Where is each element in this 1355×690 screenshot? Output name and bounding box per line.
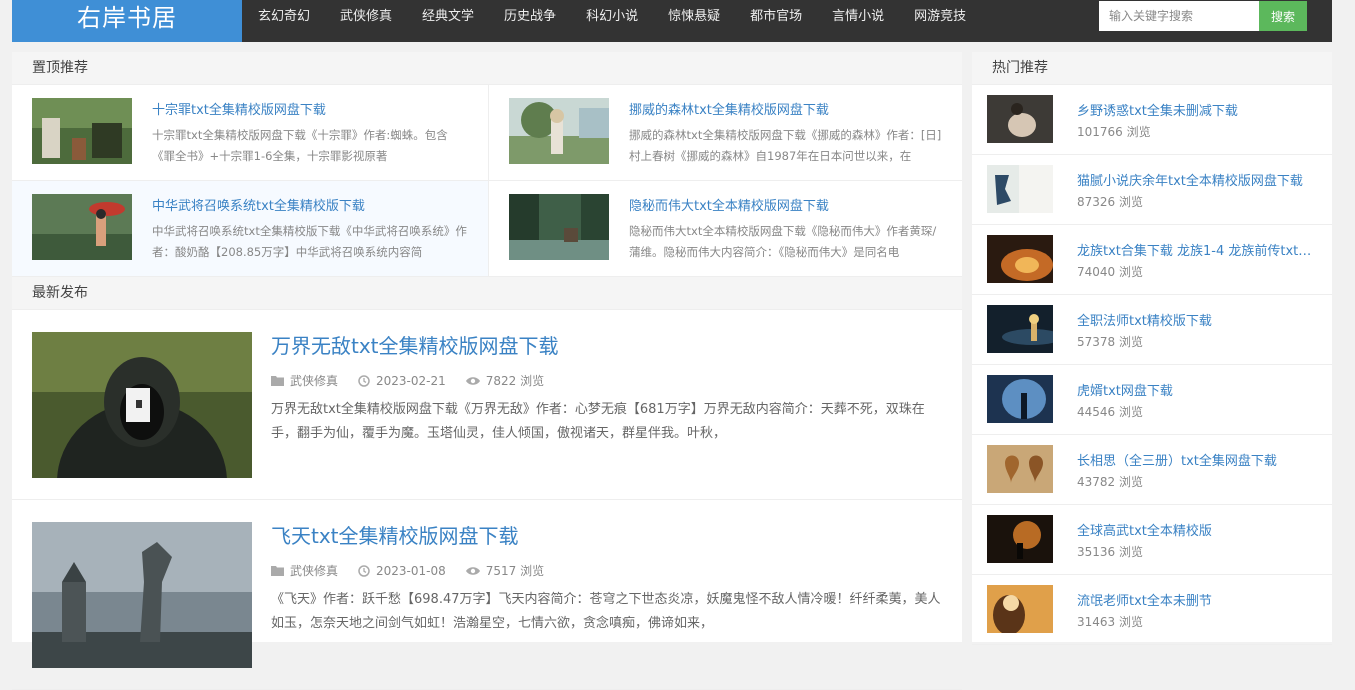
post-category-label: 武侠修真 — [290, 564, 339, 578]
hot-item: 乡野诱惑txt全集未删减下载 101766 浏览 — [972, 85, 1332, 155]
nav-item-urban[interactable]: 都市官场 — [735, 0, 817, 36]
nav-item-thriller[interactable]: 惊悚悬疑 — [653, 0, 735, 36]
pinned-item: 挪威的森林txt全集精校版网盘下载 挪威的森林txt全集精校版网盘下载《挪威的森… — [488, 85, 962, 181]
hot-item: 长相思（全三册）txt全集网盘下载 43782 浏览 — [972, 435, 1332, 505]
hot-thumbnail[interactable] — [987, 95, 1053, 143]
nav-item-xuanhuan[interactable]: 玄幻奇幻 — [242, 0, 325, 36]
nav-item-game[interactable]: 网游竞技 — [899, 0, 981, 36]
pinned-item-title[interactable]: 中华武将召唤系统txt全集精校版下载 — [152, 195, 365, 214]
hot-item-views: 43782 浏览 — [1077, 475, 1143, 489]
pinned-item: 隐秘而伟大txt全本精校版网盘下载 隐秘而伟大txt全本精校版网盘下载《隐秘而伟… — [488, 181, 962, 277]
post-item: 万界无敌txt全集精校版网盘下载 武侠修真 2023-02-21 7822 浏览… — [12, 310, 962, 500]
hot-item: 全职法师txt精校版下载 57378 浏览 — [972, 295, 1332, 365]
top-header: 右岸书居 玄幻奇幻 武侠修真 经典文学 历史战争 科幻小说 惊悚悬疑 都市官场 … — [12, 0, 1332, 42]
hot-item-title[interactable]: 虎婿txt网盘下载 — [1077, 380, 1320, 399]
post-category[interactable]: 武侠修真 — [271, 372, 338, 389]
hot-item-title[interactable]: 乡野诱惑txt全集未删减下载 — [1077, 100, 1320, 119]
post-views-label: 7517 浏览 — [485, 564, 545, 578]
post-date: 2023-02-21 — [358, 372, 446, 389]
pinned-thumbnail[interactable] — [32, 98, 132, 164]
hot-item-views: 35136 浏览 — [1077, 545, 1143, 559]
clock-icon — [358, 374, 370, 387]
hot-item-views: 101766 浏览 — [1077, 125, 1151, 139]
main-nav: 玄幻奇幻 武侠修真 经典文学 历史战争 科幻小说 惊悚悬疑 都市官场 言情小说 … — [242, 0, 981, 36]
nav-item-wuxia[interactable]: 武侠修真 — [325, 0, 407, 36]
hot-item-views: 57378 浏览 — [1077, 335, 1143, 349]
post-thumbnail[interactable] — [32, 332, 252, 478]
hot-thumbnail[interactable] — [987, 305, 1053, 353]
hot-item-title[interactable]: 全球高武txt全本精校版 — [1077, 520, 1320, 539]
folder-icon — [271, 566, 284, 576]
hot-item-views: 74040 浏览 — [1077, 265, 1143, 279]
post-item: 飞天txt全集精校版网盘下载 武侠修真 2023-01-08 7517 浏览 《… — [12, 500, 962, 690]
pinned-item-title[interactable]: 隐秘而伟大txt全本精校版网盘下载 — [629, 195, 829, 214]
hot-item: 全球高武txt全本精校版 35136 浏览 — [972, 505, 1332, 575]
nav-item-classic[interactable]: 经典文学 — [407, 0, 489, 36]
hot-thumbnail[interactable] — [987, 585, 1053, 633]
nav-item-scifi[interactable]: 科幻小说 — [571, 0, 653, 36]
search-box: 搜索 — [1099, 1, 1307, 31]
post-thumbnail[interactable] — [32, 522, 252, 668]
search-button[interactable]: 搜索 — [1259, 1, 1307, 31]
hot-item: 猫腻小说庆余年txt全本精校版网盘下载 87326 浏览 — [972, 155, 1332, 225]
hot-thumbnail[interactable] — [987, 445, 1053, 493]
hot-item-title[interactable]: 流氓老师txt全本未删节 — [1077, 590, 1320, 609]
pinned-section-title: 置顶推荐 — [12, 52, 962, 85]
hot-thumbnail[interactable] — [987, 375, 1053, 423]
hot-thumbnail[interactable] — [987, 165, 1053, 213]
hot-item-title[interactable]: 长相思（全三册）txt全集网盘下载 — [1077, 450, 1320, 469]
hot-item-title[interactable]: 龙族txt合集下载 龙族1-4 龙族前传txt全集 — [1077, 240, 1320, 259]
post-views-label: 7822 浏览 — [485, 374, 545, 388]
hot-item: 龙族txt合集下载 龙族1-4 龙族前传txt全集 74040 浏览 — [972, 225, 1332, 295]
post-date-label: 2023-01-08 — [376, 563, 446, 578]
post-views: 7517 浏览 — [465, 562, 545, 579]
pinned-item: 十宗罪txt全集精校版网盘下载 十宗罪txt全集精校版网盘下载《十宗罪》作者:蜘… — [12, 85, 488, 181]
hot-section-title: 热门推荐 — [972, 52, 1332, 85]
eye-icon — [465, 566, 480, 575]
post-title[interactable]: 飞天txt全集精校版网盘下载 — [271, 520, 519, 549]
search-input[interactable] — [1099, 1, 1259, 31]
pinned-thumbnail[interactable] — [509, 98, 609, 164]
pinned-item-desc: 中华武将召唤系统txt全集精校版下载《中华武将召唤系统》作者：酸奶酪【208.8… — [152, 224, 467, 259]
latest-section-title: 最新发布 — [12, 277, 962, 310]
sidebar-hot: 热门推荐 乡野诱惑txt全集未删减下载 101766 浏览 猫腻小说庆余年txt… — [972, 52, 1332, 645]
nav-item-history[interactable]: 历史战争 — [489, 0, 571, 36]
hot-item-views: 44546 浏览 — [1077, 405, 1143, 419]
eye-icon — [465, 376, 480, 385]
pinned-thumbnail[interactable] — [509, 194, 609, 260]
post-views: 7822 浏览 — [465, 372, 545, 389]
nav-item-romance[interactable]: 言情小说 — [817, 0, 899, 36]
pinned-item-desc: 隐秘而伟大txt全本精校版网盘下载《隐秘而伟大》作者黄琛/蒲维。隐秘而伟大内容简… — [629, 224, 937, 259]
main-content: 置顶推荐 十宗罪txt全集精校版网盘下载 十宗罪txt全集精校版网盘下载《十宗罪… — [12, 52, 962, 690]
post-date: 2023-01-08 — [358, 562, 446, 579]
folder-icon — [271, 376, 284, 386]
post-meta: 武侠修真 2023-02-21 7822 浏览 — [271, 372, 564, 389]
hot-item-views: 31463 浏览 — [1077, 615, 1143, 629]
pinned-thumbnail[interactable] — [32, 194, 132, 260]
post-category-label: 武侠修真 — [290, 374, 339, 388]
hot-item-title[interactable]: 猫腻小说庆余年txt全本精校版网盘下载 — [1077, 170, 1320, 189]
hot-item: 虎婿txt网盘下载 44546 浏览 — [972, 365, 1332, 435]
hot-item: 流氓老师txt全本未删节 31463 浏览 — [972, 575, 1332, 645]
post-category[interactable]: 武侠修真 — [271, 562, 338, 579]
pinned-item-title[interactable]: 挪威的森林txt全集精校版网盘下载 — [629, 99, 829, 118]
pinned-item-desc: 十宗罪txt全集精校版网盘下载《十宗罪》作者:蜘蛛。包含《罪全书》+十宗罪1-6… — [152, 128, 448, 163]
post-date-label: 2023-02-21 — [376, 373, 446, 388]
post-meta: 武侠修真 2023-01-08 7517 浏览 — [271, 562, 564, 579]
clock-icon — [358, 564, 370, 577]
hot-item-views: 87326 浏览 — [1077, 195, 1143, 209]
pinned-item-desc: 挪威的森林txt全集精校版网盘下载《挪威的森林》作者：[日]村上春树《挪威的森林… — [629, 128, 942, 163]
post-title[interactable]: 万界无敌txt全集精校版网盘下载 — [271, 330, 559, 359]
post-excerpt: 万界无敌txt全集精校版网盘下载《万界无敌》作者：心梦无痕【681万字】万界无敌… — [271, 402, 925, 441]
pinned-item-title[interactable]: 十宗罪txt全集精校版网盘下载 — [152, 99, 326, 118]
hot-item-title[interactable]: 全职法师txt精校版下载 — [1077, 310, 1320, 329]
hot-thumbnail[interactable] — [987, 235, 1053, 283]
pinned-grid: 十宗罪txt全集精校版网盘下载 十宗罪txt全集精校版网盘下载《十宗罪》作者:蜘… — [12, 85, 962, 277]
hot-thumbnail[interactable] — [987, 515, 1053, 563]
pinned-item: 中华武将召唤系统txt全集精校版下载 中华武将召唤系统txt全集精校版下载《中华… — [12, 181, 488, 277]
post-excerpt: 《飞天》作者：跃千愁【698.47万字】飞天内容简介：苍穹之下世态炎凉，妖魔鬼怪… — [271, 592, 941, 631]
site-logo[interactable]: 右岸书居 — [12, 0, 242, 42]
